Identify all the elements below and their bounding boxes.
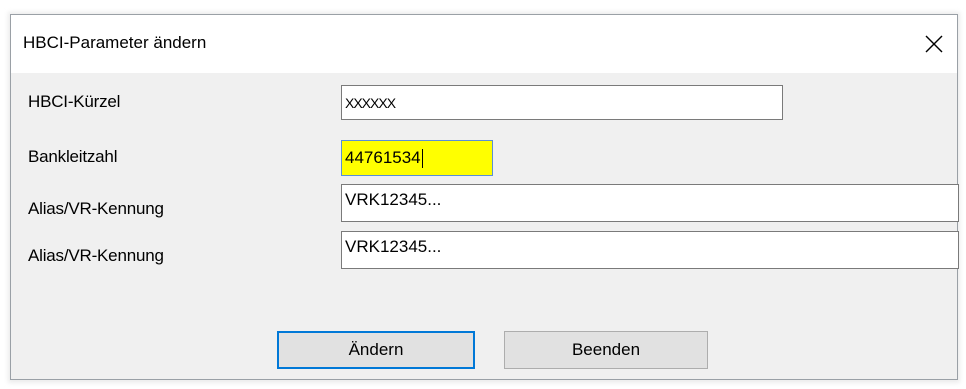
alias-vr-kennung-input-2[interactable]: VRK12345... [341,231,959,269]
alias-vr-kennung-value-1: VRK12345... [345,190,442,209]
close-dialog-button[interactable]: Beenden [504,331,708,369]
title-bar: HBCI-Parameter ändern [11,15,957,73]
close-button[interactable] [917,29,951,59]
hbci-kuerzel-value: XXXXXX [345,94,396,111]
change-button-label: Ändern [348,340,404,359]
change-button[interactable]: Ändern [277,331,475,369]
bankleitzahl-label: Bankleitzahl [28,147,118,166]
hbci-kuerzel-label: HBCI-Kürzel [28,92,121,111]
text-caret [421,148,423,168]
alias-vr-kennung-label-2: Alias/VR-Kennung [28,246,164,265]
bankleitzahl-input[interactable]: 44761534 [341,140,493,176]
alias-vr-kennung-label-1: Alias/VR-Kennung [28,199,164,218]
alias-vr-kennung-value-2: VRK12345... [345,237,442,256]
close-icon [925,35,943,53]
alias-vr-kennung-input-1[interactable]: VRK12345... [341,184,959,222]
close-dialog-button-label: Beenden [571,340,641,359]
hbci-parameter-dialog: HBCI-Parameter ändern HBCI-Kürzel XXXXXX… [10,14,959,380]
bankleitzahl-value: 44761534 [345,148,421,167]
hbci-kuerzel-input[interactable]: XXXXXX [341,85,783,120]
dialog-title: HBCI-Parameter ändern [23,33,207,52]
